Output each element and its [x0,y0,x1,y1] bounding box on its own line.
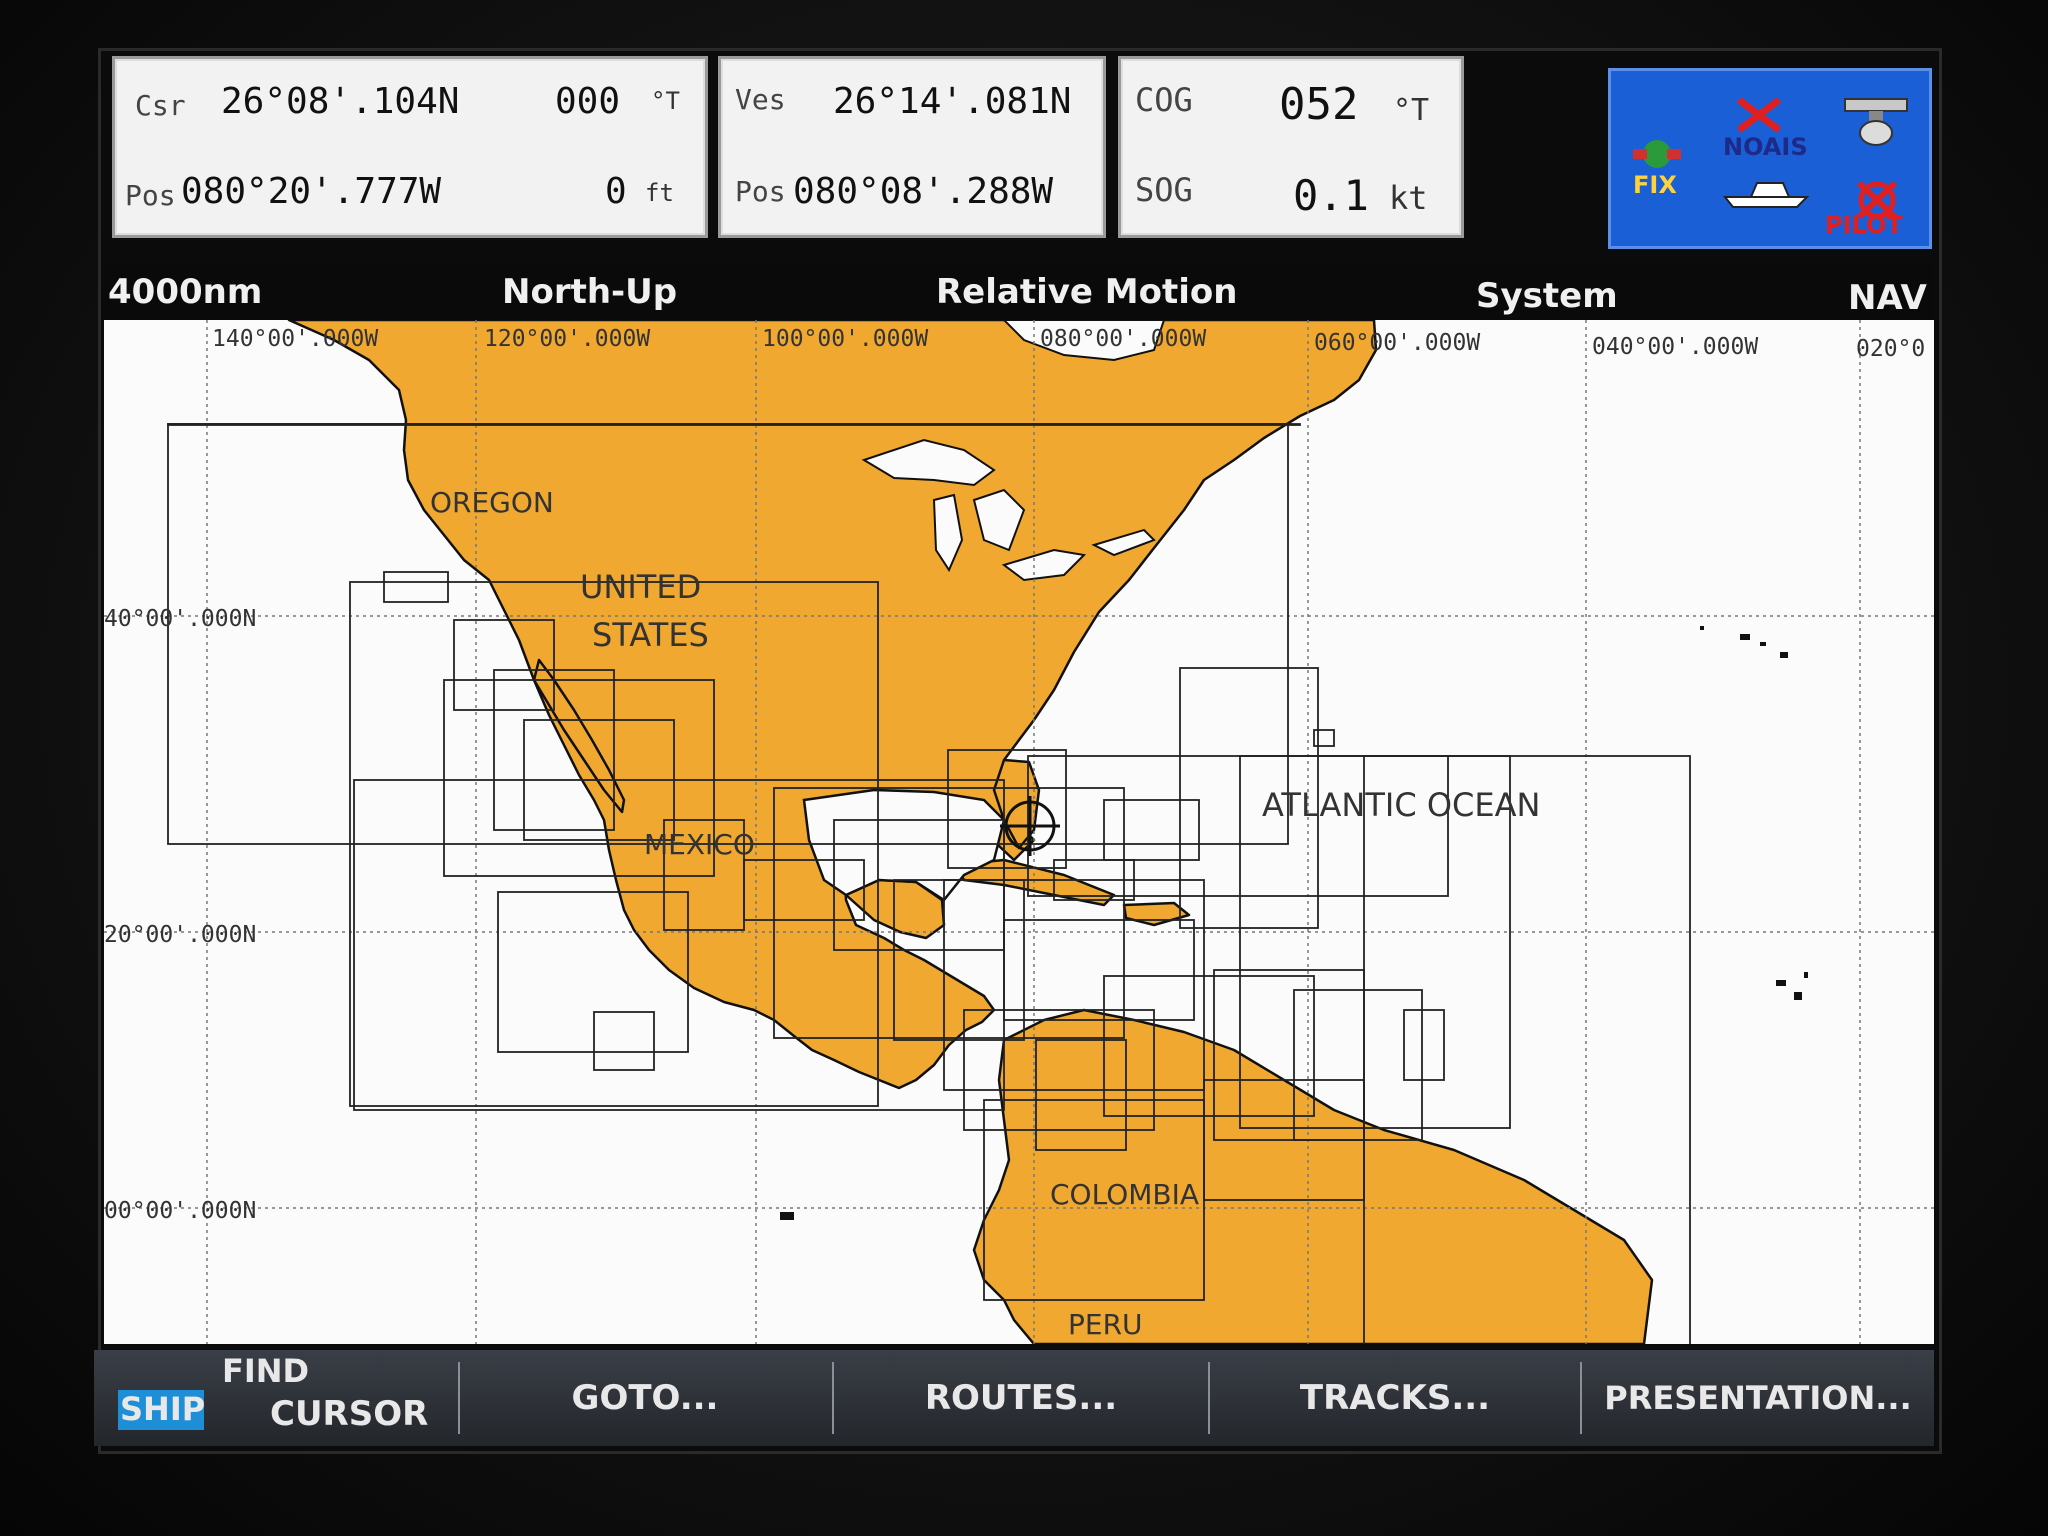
datum-label: System [1476,276,1618,316]
sog-label: SOG [1135,171,1193,209]
course-data-box: COG 052 °T SOG 0.1 kt [1118,56,1464,238]
cog-value: 052 [1279,79,1359,130]
motion-label[interactable]: Relative Motion [936,272,1237,312]
find-label[interactable]: FIND [222,1352,309,1390]
north-america-land [287,320,1378,1090]
chart-map[interactable]: 140°00'.000W 120°00'.000W 100°00'.000W 0… [104,320,1934,1344]
status-panel[interactable]: FIX NOAIS PILOT [1608,68,1932,249]
place-label-oregon: OREGON [430,486,554,519]
presentation-softkey[interactable]: PRESENTATION... [1582,1350,1934,1446]
csr-latitude: 26°08'.104N [221,81,460,122]
lon-label-140w: 140°00'.000W [212,326,378,352]
chart-title-bar: 4000nm North-Up Relative Motion System N… [102,264,1934,320]
csr-bearing-unit: °T [651,87,680,115]
mode-label: NAV [1848,278,1927,318]
lon-label-040w: 040°00'.000W [1592,334,1758,360]
boat-icon [1722,182,1810,208]
lon-label-100w: 100°00'.000W [762,326,928,352]
lon-label-060w: 060°00'.000W [1314,330,1480,356]
cursor-data-box: Csr 26°08'.104N 000 °T Pos 080°20'.777W … [112,56,708,238]
sog-value: 0.1 [1293,171,1369,220]
fix-label: FIX [1633,171,1677,199]
lon-label-020w: 020°0 [1856,336,1925,362]
place-label-peru: PERU [1068,1308,1143,1341]
pilot-label: PILOT [1825,211,1903,239]
cursor-label[interactable]: CURSOR [270,1394,428,1434]
lon-label-080w: 080°00'.000W [1040,326,1206,352]
chart-area[interactable]: 140°00'.000W 120°00'.000W 100°00'.000W 0… [104,320,1934,1344]
vessel-latitude: 26°14'.081N [833,81,1072,122]
south-america-land [972,1008,1654,1344]
sog-unit: kt [1389,179,1428,217]
csr-pos-label: Pos [125,179,176,212]
ves-label: Ves [735,83,786,116]
place-label-mexico: MEXICO [644,828,755,861]
cog-label: COG [1135,81,1193,119]
csr-longitude: 080°20'.777W [181,171,442,212]
tracks-softkey[interactable]: TRACKS... [1210,1350,1580,1446]
depth-unit: ft [645,179,674,207]
lat-label-40n: 40°00'.000N [104,606,256,632]
ves-pos-label: Pos [735,175,786,208]
vessel-longitude: 080°08'.288W [793,171,1054,212]
orientation-label[interactable]: North-Up [502,272,677,312]
csr-bearing: 000 [555,81,621,122]
routes-softkey[interactable]: ROUTES... [834,1350,1208,1446]
depth-value: 0 [605,171,627,212]
cog-unit: °T [1393,93,1430,128]
lat-label-00n: 00°00'.000N [104,1198,256,1224]
lon-label-120w: 120°00'.000W [484,326,650,352]
ship-label[interactable]: SHIP [120,1390,205,1428]
place-label-united: UNITED [580,568,701,606]
place-label-states: STATES [592,616,709,654]
goto-softkey[interactable]: GOTO... [460,1350,830,1446]
csr-label: Csr [135,89,186,122]
vessel-data-box: Ves 26°14'.081N Pos 080°08'.288W [718,56,1106,238]
softkey-bar: SHIP FIND CURSOR GOTO... ROUTES... TRACK… [94,1350,1934,1446]
place-label-colombia: COLOMBIA [1050,1178,1199,1211]
lat-label-20n: 20°00'.000N [104,922,256,948]
place-label-atlantic: ATLANTIC OCEAN [1262,786,1540,824]
radar-scanner-icon [1844,98,1908,146]
range-label[interactable]: 4000nm [108,272,262,312]
noais-label: NOAIS [1723,133,1808,161]
ais-off-icon [1736,97,1782,133]
